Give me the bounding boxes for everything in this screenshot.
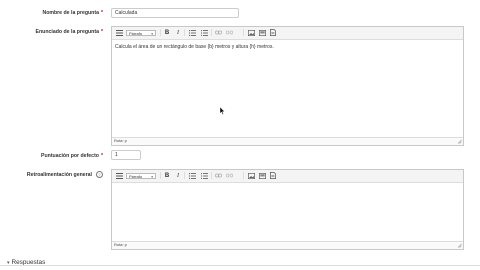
bold-icon[interactable]: B	[164, 29, 170, 36]
question-text-editor[interactable]: Párrafo ▾ B I Calcula el área de un rectá…	[111, 26, 464, 146]
unordered-list-icon[interactable]	[188, 29, 196, 36]
mouse-cursor-icon	[220, 107, 225, 115]
section-divider	[0, 265, 480, 266]
required-icon: *	[100, 10, 103, 16]
unlink-icon[interactable]	[225, 172, 233, 179]
general-feedback-editor[interactable]: Párrafo ▾ B I Ruta: p	[111, 169, 464, 250]
document-icon[interactable]	[269, 29, 277, 36]
editor-toolbar: Párrafo ▾ B I	[112, 27, 463, 40]
media-icon[interactable]	[258, 172, 266, 179]
document-icon[interactable]	[269, 172, 277, 179]
show-more-icon[interactable]	[115, 172, 123, 179]
media-icon[interactable]	[258, 29, 266, 36]
default-mark-input[interactable]: 1	[111, 150, 141, 160]
paragraph-format-select[interactable]: Párrafo ▾	[126, 172, 156, 179]
general-feedback-label: Retroalimentación general?	[0, 171, 103, 178]
image-icon[interactable]	[247, 172, 255, 179]
ordered-list-icon[interactable]	[200, 29, 208, 36]
bold-icon[interactable]: B	[164, 172, 170, 179]
link-icon[interactable]	[214, 29, 222, 36]
italic-icon[interactable]: I	[175, 172, 181, 179]
link-icon[interactable]	[214, 172, 222, 179]
show-more-icon[interactable]	[115, 29, 123, 36]
chevron-down-icon: ▾	[151, 31, 153, 36]
question-name-label: Nombre de la pregunta *	[42, 10, 103, 16]
resize-grip-icon[interactable]	[457, 139, 462, 144]
general-feedback-content[interactable]	[112, 183, 463, 191]
default-mark-label: Puntuación por defecto *	[41, 153, 103, 159]
required-icon: *	[100, 29, 103, 35]
resize-grip-icon[interactable]	[457, 243, 462, 248]
question-text-content[interactable]: Calcula el área de un rectángulo de base…	[112, 40, 463, 54]
chevron-down-icon: ▾	[151, 174, 153, 179]
question-text-label: Enunciado de la pregunta *	[35, 29, 103, 35]
help-icon[interactable]: ?	[96, 171, 103, 178]
editor-path-bar: Ruta: p	[112, 137, 463, 145]
editor-path-label: Ruta: p	[114, 138, 127, 143]
image-icon[interactable]	[247, 29, 255, 36]
unlink-icon[interactable]	[225, 29, 233, 36]
editor-toolbar: Párrafo ▾ B I	[112, 170, 463, 183]
editor-path-bar: Ruta: p	[112, 241, 463, 249]
paragraph-format-select[interactable]: Párrafo ▾	[126, 29, 156, 36]
editor-path-label: Ruta: p	[114, 242, 127, 247]
question-name-input[interactable]: Calculada	[111, 8, 239, 18]
required-icon: *	[100, 153, 103, 159]
unordered-list-icon[interactable]	[188, 172, 196, 179]
ordered-list-icon[interactable]	[200, 172, 208, 179]
italic-icon[interactable]: I	[175, 29, 181, 36]
